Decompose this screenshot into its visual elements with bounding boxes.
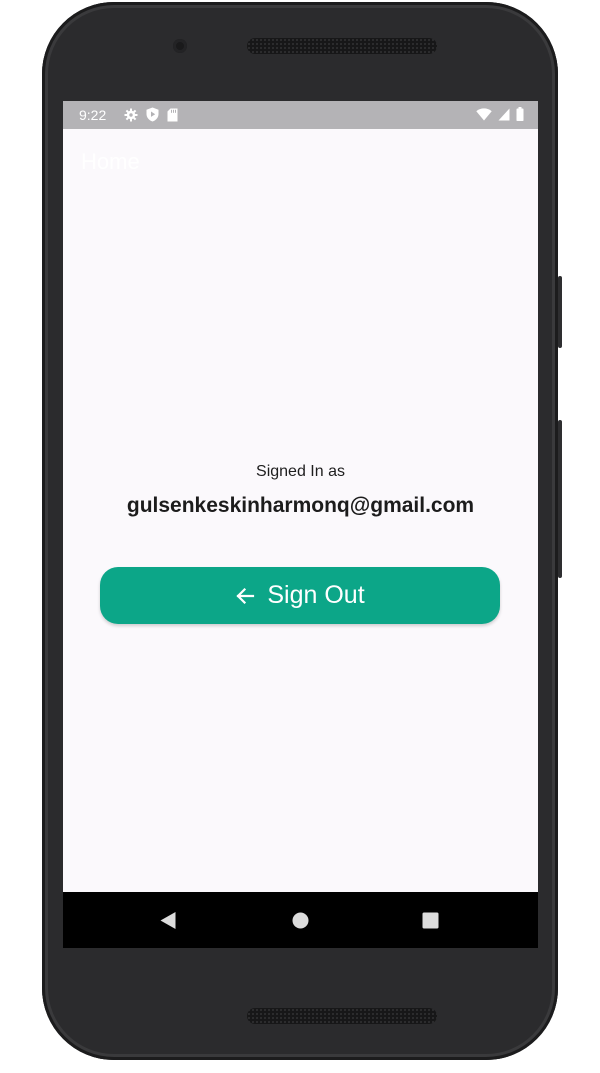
status-bar: 9:22 <box>63 101 538 129</box>
power-button <box>558 276 562 348</box>
status-icons-right <box>476 107 524 121</box>
signed-in-label: Signed In as <box>256 463 345 480</box>
sd-card-icon <box>167 108 178 121</box>
recents-icon[interactable] <box>422 912 439 929</box>
bottom-speaker <box>247 1008 437 1024</box>
sign-out-button[interactable]: Sign Out <box>100 567 500 624</box>
top-speaker <box>247 38 437 54</box>
status-icons-left <box>124 107 178 122</box>
sign-out-label: Sign Out <box>267 581 365 609</box>
home-icon[interactable] <box>292 912 309 929</box>
battery-icon <box>516 107 524 121</box>
signal-icon <box>498 108 510 120</box>
front-camera <box>173 39 187 53</box>
settings-icon <box>124 108 138 121</box>
status-time: 9:22 <box>79 107 107 123</box>
system-nav-bar <box>63 892 538 948</box>
arrow-left-icon <box>236 587 255 604</box>
app-bar-title: Home <box>81 149 140 174</box>
screen: 9:22 Home Signed In as gulsenkeskinharmo… <box>63 101 538 948</box>
back-icon[interactable] <box>159 911 177 930</box>
shield-play-icon <box>146 107 159 122</box>
volume-button <box>558 420 562 578</box>
user-email: gulsenkeskinharmonq@gmail.com <box>126 494 475 517</box>
wifi-icon <box>476 107 492 120</box>
